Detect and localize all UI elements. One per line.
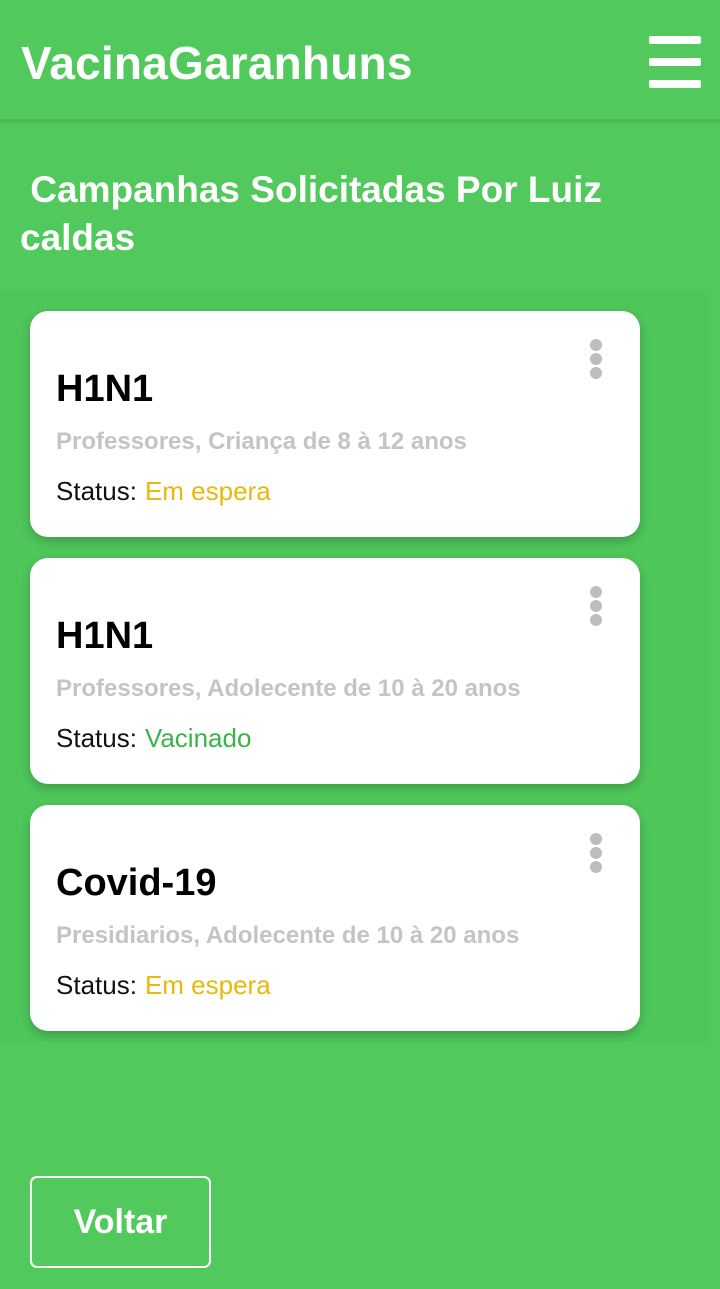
campaign-name: H1N1: [56, 368, 154, 410]
campaign-groups: Professores, Criança de 8 à 12 anos: [56, 428, 467, 455]
status-value: Vacinado: [144, 723, 252, 753]
dot: [590, 339, 602, 351]
dot: [590, 353, 602, 365]
menu-bar: [649, 36, 701, 44]
dot: [590, 861, 602, 873]
card-options-button[interactable]: [584, 584, 610, 628]
campaign-groups: Professores, Adolecente de 10 à 20 anos: [56, 675, 521, 702]
campaign-card[interactable]: H1N1 Professores, Adolecente de 10 à 20 …: [30, 558, 640, 784]
card-options-button[interactable]: [584, 831, 610, 875]
page-heading: Campanhas Solicitadas Por Luiz caldas: [20, 169, 613, 258]
back-button[interactable]: Voltar: [30, 1176, 211, 1268]
campaign-list: H1N1 Professores, Criança de 8 à 12 anos…: [0, 290, 710, 1042]
dot: [590, 586, 602, 598]
dot: [590, 600, 602, 612]
status-label: Status:: [56, 970, 137, 1000]
app-title: VacinaGaranhuns: [21, 37, 413, 89]
status-value: Em espera: [144, 970, 271, 1000]
card-options-button[interactable]: [584, 337, 610, 381]
dot: [590, 367, 602, 379]
dot: [590, 833, 602, 845]
campaign-name: Covid-19: [56, 862, 217, 904]
campaign-groups: Presidiarios, Adolecente de 10 à 20 anos: [56, 922, 520, 949]
menu-bar: [649, 58, 701, 66]
menu-bar: [649, 80, 701, 88]
menu-button[interactable]: [640, 36, 702, 88]
campaign-status: Status: Em espera: [56, 969, 271, 1001]
campaign-name: H1N1: [56, 615, 154, 657]
campaign-status: Status: Em espera: [56, 475, 271, 507]
status-value: Em espera: [144, 476, 271, 506]
campaign-card[interactable]: H1N1 Professores, Criança de 8 à 12 anos…: [30, 311, 640, 537]
campaign-card[interactable]: Covid-19 Presidiarios, Adolecente de 10 …: [30, 805, 640, 1031]
status-label: Status:: [56, 723, 137, 753]
campaign-status: Status: Vacinado: [56, 722, 251, 754]
app-bar: VacinaGaranhuns: [0, 0, 720, 120]
dot: [590, 847, 602, 859]
dot: [590, 614, 602, 626]
status-label: Status:: [56, 476, 137, 506]
